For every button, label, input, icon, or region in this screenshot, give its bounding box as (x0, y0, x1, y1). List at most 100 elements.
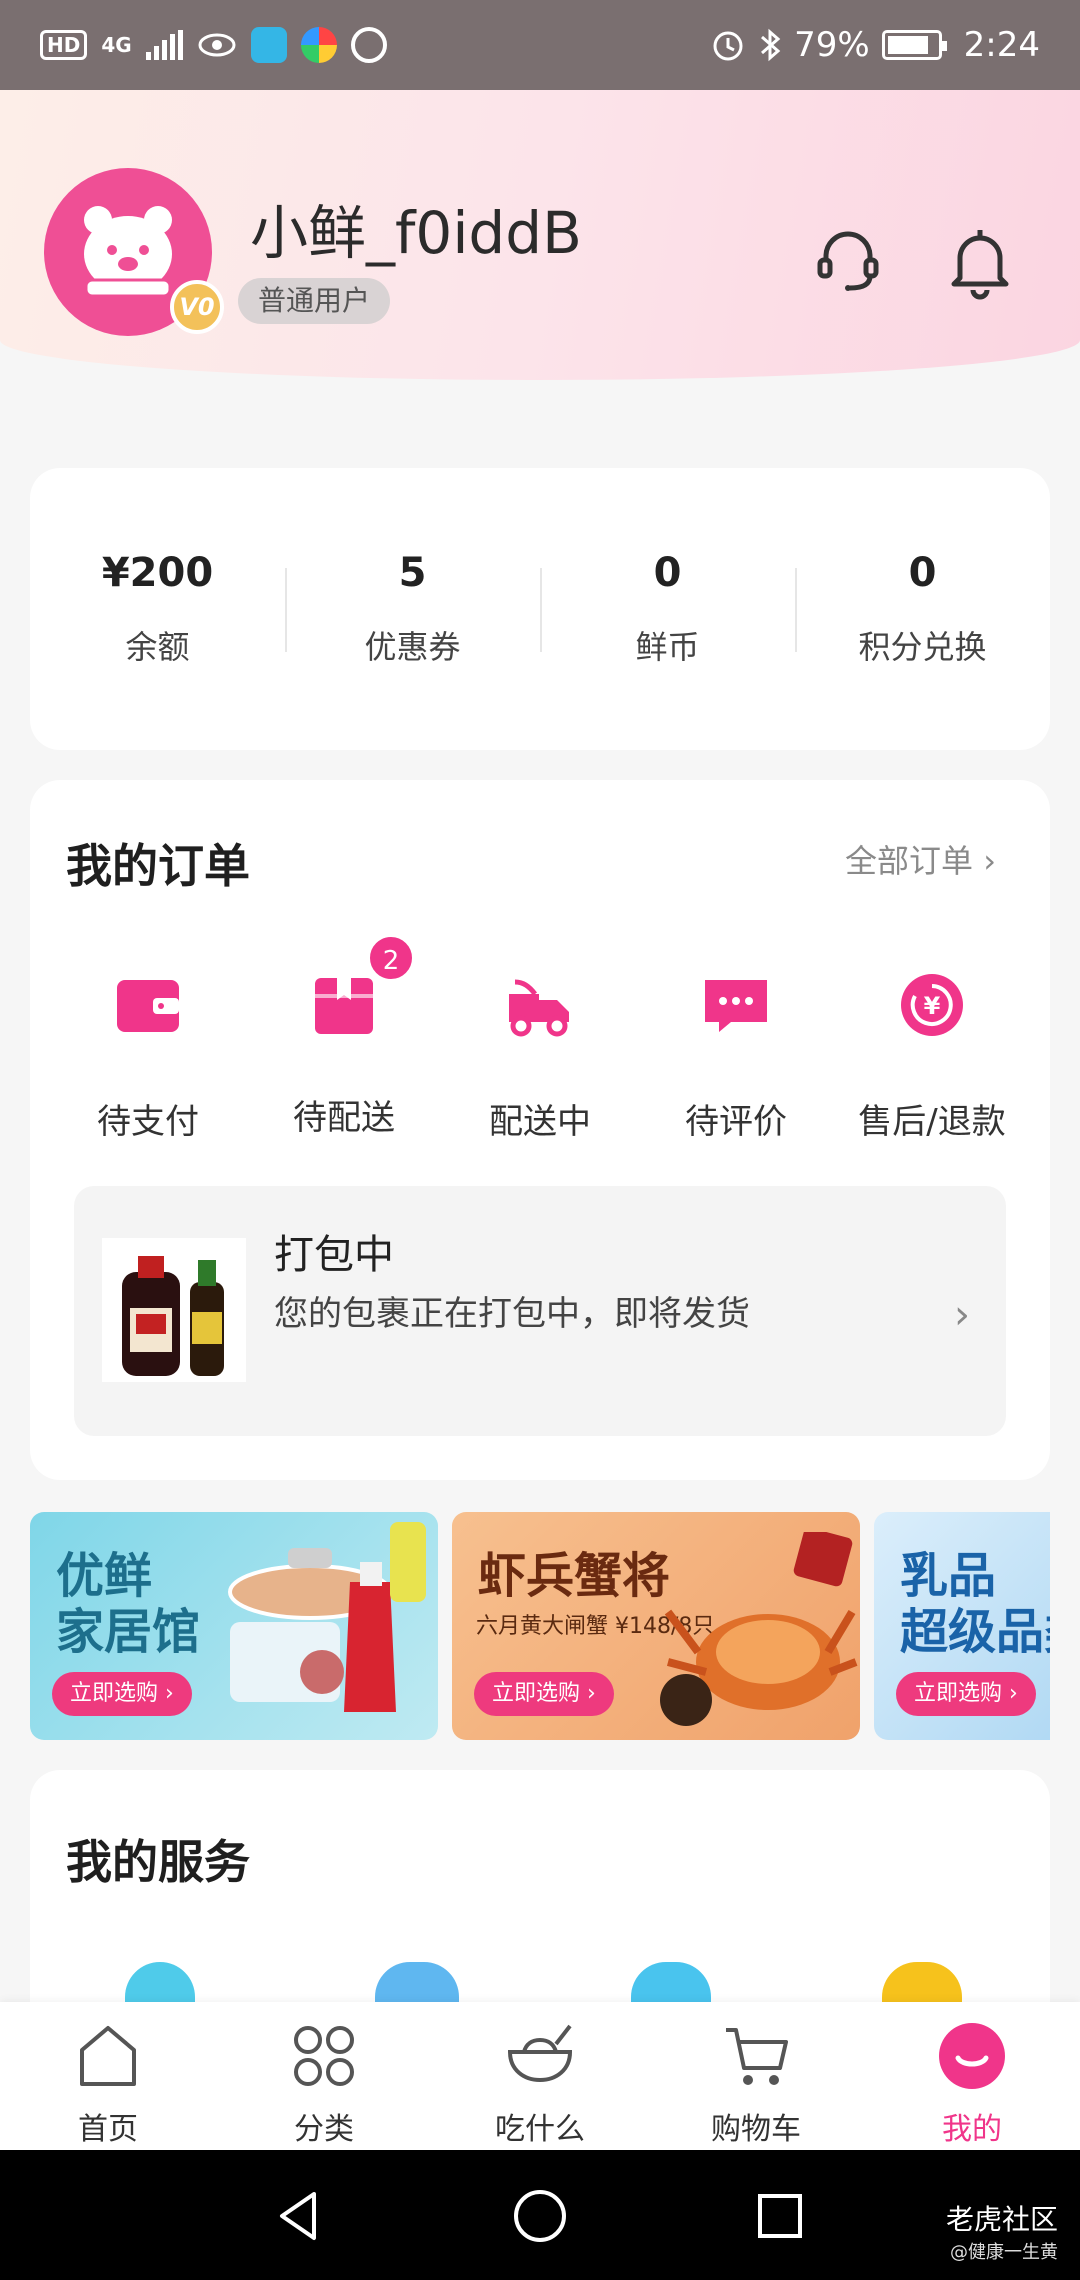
banner-title: 虾兵蟹将 (478, 1548, 671, 1604)
order-status-label: 配送中 (489, 1102, 591, 1142)
category-icon (294, 2026, 354, 2086)
home-icon (80, 2026, 136, 2086)
color-app-icon (300, 27, 337, 63)
stat-points[interactable]: 0 积分兑换 (795, 550, 1050, 668)
packing-title: 打包中 (274, 1232, 394, 1278)
order-in-delivery[interactable]: 配送中 (442, 930, 638, 1143)
shop-now-button[interactable]: 立即选购 › (896, 1672, 1036, 1716)
clock: 2:24 (963, 25, 1040, 65)
promo-banner-seafood[interactable]: 虾兵蟹将 六月黄大闸蟹 ¥148/8只 立即选购 › (452, 1512, 860, 1740)
svg-text:¥: ¥ (924, 992, 941, 1020)
stat-value: 5 (398, 550, 427, 596)
account-stats-card: ¥200 余额 5 优惠券 0 鲜币 0 积分兑换 (30, 468, 1050, 750)
stat-value: ¥200 (101, 550, 214, 596)
tab-home[interactable]: 首页 (0, 2002, 216, 2150)
order-status-label: 待支付 (97, 1102, 199, 1142)
cart-icon (726, 2028, 788, 2085)
service-icon-3[interactable] (631, 1962, 711, 2002)
profile-header: V0 小鲜_f0iddB 普通用户 (0, 90, 1080, 380)
vip-level-badge: V0 (170, 280, 224, 334)
stat-fresh-coins[interactable]: 0 鲜币 (540, 550, 795, 668)
username: 小鲜_f0iddB (250, 199, 582, 267)
bluetooth-icon (761, 28, 781, 62)
product-thumbnail (102, 1238, 246, 1382)
smile-icon (939, 2023, 1005, 2089)
order-after-sales[interactable]: ¥ 售后/退款 (834, 930, 1030, 1143)
packing-status-card[interactable]: 打包中 您的包裹正在打包中，即将发货 › (74, 1186, 1006, 1436)
services-title: 我的服务 (66, 1835, 250, 1889)
bowl-icon (507, 2024, 573, 2083)
all-orders-link[interactable]: 全部订单 › (845, 836, 996, 882)
back-icon[interactable] (270, 2186, 330, 2246)
my-services-card: 我的服务 (30, 1770, 1050, 2010)
alarm-icon (713, 31, 743, 61)
service-icon-4[interactable] (882, 1962, 962, 2002)
crab-image (660, 1532, 858, 1726)
watermark-title: 老虎社区 (945, 2203, 1058, 2236)
shield-app-icon (250, 27, 287, 63)
stat-label: 鲜币 (635, 628, 700, 666)
order-status-label: 售后/退款 (858, 1102, 1006, 1142)
battery-icon (881, 30, 947, 60)
package-icon (315, 978, 373, 1034)
service-icon-1[interactable] (125, 1962, 195, 2002)
shop-now-button[interactable]: 立即选购 › (52, 1672, 192, 1716)
aperture-icon (350, 27, 387, 63)
order-status-row: 待支付 2 待配送 配送中 待评价 ¥ 售后/退款 (30, 930, 1050, 1143)
order-count-badge: 2 (367, 934, 415, 982)
watermark-sub: @健康一生黄 (950, 2242, 1058, 2263)
stat-coupons[interactable]: 5 优惠券 (285, 550, 540, 668)
member-level-label: 普通用户 (238, 278, 391, 324)
order-status-label: 待配送 (293, 1098, 395, 1138)
watermark: 老虎社区 @健康一生黄 (946, 2198, 1058, 2264)
order-pending-delivery[interactable]: 2 待配送 (246, 930, 442, 1143)
stat-label: 积分兑换 (858, 628, 987, 666)
tab-label: 首页 (78, 2112, 138, 2147)
wallet-icon (117, 980, 179, 1032)
network-type: 4G (101, 33, 132, 57)
orders-title: 我的订单 (66, 839, 250, 893)
tab-category[interactable]: 分类 (216, 2002, 432, 2150)
service-icon-2[interactable] (375, 1962, 459, 2002)
tab-mine[interactable]: 我的 (864, 2002, 1080, 2150)
status-bar: HD 4G 79% 2:24 (0, 0, 1080, 90)
order-pending-payment[interactable]: 待支付 (50, 930, 246, 1143)
delivery-truck-icon (509, 979, 569, 1037)
stat-label: 优惠券 (364, 628, 461, 666)
comment-icon (705, 980, 767, 1032)
promo-banner-dairy[interactable]: 乳品 超级品类 立即选购 › (874, 1512, 1050, 1740)
packing-description: 您的包裹正在打包中，即将发货 (274, 1294, 750, 1334)
recents-icon[interactable] (750, 2186, 810, 2246)
stat-balance[interactable]: ¥200 余额 (30, 550, 285, 668)
bear-avatar-icon (84, 206, 172, 298)
tab-cart[interactable]: 购物车 (648, 2002, 864, 2150)
signal-icon (145, 30, 183, 60)
promo-banner-carousel[interactable]: 优鲜 家居馆 立即选购 › 虾兵蟹将 六月黄大闸蟹 ¥148/8只 立即选购 ›… (30, 1512, 1050, 1740)
hd-indicator: HD (40, 30, 88, 60)
system-navigation-bar: 老虎社区 @健康一生黄 (0, 2150, 1080, 2280)
stat-value: 0 (653, 550, 682, 596)
notification-bell-icon[interactable] (940, 220, 1020, 300)
shop-now-button[interactable]: 立即选购 › (474, 1672, 614, 1716)
banner-title: 优鲜 家居馆 (56, 1548, 201, 1660)
tab-label: 分类 (294, 2112, 354, 2147)
tab-what-to-eat[interactable]: 吃什么 (432, 2002, 648, 2150)
promo-banner-home[interactable]: 优鲜 家居馆 立即选购 › (30, 1512, 438, 1740)
order-pending-review[interactable]: 待评价 (638, 930, 834, 1143)
stat-label: 余额 (125, 628, 190, 666)
customer-service-icon[interactable] (808, 220, 888, 300)
banner-title: 乳品 超级品类 (900, 1548, 1050, 1660)
order-status-label: 待评价 (685, 1102, 787, 1142)
tab-label: 吃什么 (495, 2112, 585, 2147)
eye-icon (198, 33, 236, 57)
stat-value: 0 (908, 550, 937, 596)
home-circle-icon[interactable] (510, 2186, 570, 2246)
tab-label: 我的 (942, 2112, 1002, 2147)
chevron-right-icon: › (954, 1292, 970, 1338)
battery-percent: 79% (794, 25, 870, 65)
my-orders-card: 我的订单 全部订单 › 待支付 2 待配送 配送中 待评价 ¥ 售后/退款 打包… (30, 780, 1050, 1480)
home-goods-image (228, 1522, 426, 1712)
bottom-tab-bar: 首页 分类 吃什么 购物车 我的 (0, 2002, 1080, 2150)
refund-icon: ¥ (901, 974, 963, 1036)
tab-label: 购物车 (711, 2112, 801, 2147)
